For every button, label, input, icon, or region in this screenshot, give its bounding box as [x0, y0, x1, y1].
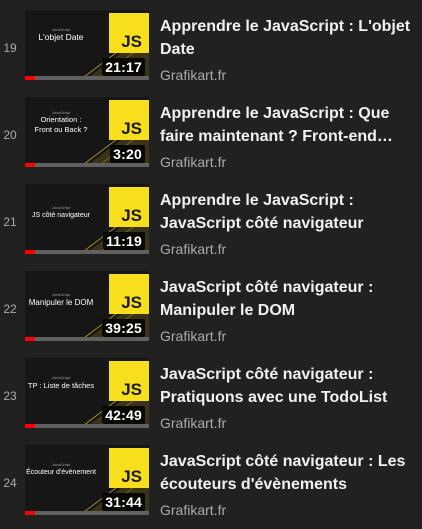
item-index: 22 — [3, 302, 17, 316]
thumbnail-caption: L'objet Date — [38, 32, 84, 42]
video-thumbnail[interactable]: JavaScript JS côté navigateur JS 11:19 — [25, 184, 149, 254]
video-title[interactable]: Apprendre le JavaScript : L'objet Date — [160, 15, 415, 61]
thumbnail-caption: Écouteur d'évènement — [26, 469, 96, 476]
thumbnail-caption: Manipuler le DOM — [28, 298, 94, 307]
video-thumbnail[interactable]: JavaScript Manipuler le DOM JS 39:25 — [25, 271, 149, 341]
playlist-item[interactable]: 19 JavaScript L'objet Date JS 21:17 Appr… — [0, 7, 422, 85]
video-thumbnail[interactable]: JavaScript Orientation : Front ou Back ?… — [25, 97, 149, 167]
channel-name[interactable]: Grafikart.fr — [160, 154, 226, 171]
item-index: 23 — [3, 389, 17, 403]
item-index: 20 — [3, 128, 17, 142]
thumbnail-caption: Orientation : Front ou Back ? — [34, 115, 88, 134]
duration-badge: 42:49 — [102, 406, 145, 424]
channel-name[interactable]: Grafikart.fr — [160, 67, 226, 84]
playlist-item[interactable]: 24 JavaScript Écouteur d'évènement JS 31… — [0, 442, 422, 520]
item-index: 19 — [3, 41, 17, 55]
watch-progress-fill — [25, 511, 35, 515]
channel-name[interactable]: Grafikart.fr — [160, 415, 226, 432]
watch-progress-fill — [25, 76, 35, 80]
watch-progress-fill — [25, 337, 35, 341]
watch-progress-bar — [25, 424, 149, 428]
channel-name[interactable]: Grafikart.fr — [160, 328, 226, 345]
video-title[interactable]: Apprendre le JavaScript : JavaScript côt… — [160, 189, 415, 235]
video-thumbnail[interactable]: JavaScript Écouteur d'évènement JS 31:44 — [25, 445, 149, 515]
js-logo-text: JS — [121, 467, 142, 486]
watch-progress-bar — [25, 76, 149, 80]
js-logo-text: JS — [121, 293, 142, 312]
watch-progress-bar — [25, 163, 149, 167]
watch-progress-bar — [25, 250, 149, 254]
duration-badge: 39:25 — [102, 319, 145, 337]
js-logo-icon: JS — [109, 274, 149, 314]
playlist-item[interactable]: 22 JavaScript Manipuler le DOM JS 39:25 … — [0, 268, 422, 346]
js-logo-text: JS — [121, 206, 142, 225]
video-title[interactable]: JavaScript côté navigateur : Manipuler l… — [160, 276, 415, 322]
watch-progress-fill — [25, 250, 35, 254]
js-logo-icon: JS — [109, 13, 149, 53]
video-title[interactable]: Apprendre le JavaScript : Que faire main… — [160, 102, 415, 148]
channel-name[interactable]: Grafikart.fr — [160, 241, 226, 258]
item-index: 21 — [3, 215, 17, 229]
thumbnail-caption: TP : Liste de tâches — [27, 381, 95, 390]
video-thumbnail[interactable]: JavaScript TP : Liste de tâches JS 42:49 — [25, 358, 149, 428]
js-logo-icon: JS — [109, 187, 149, 227]
duration-badge: 3:20 — [110, 145, 145, 163]
watch-progress-bar — [25, 511, 149, 515]
thumbnail-caption: JS côté navigateur — [32, 212, 90, 219]
channel-name[interactable]: Grafikart.fr — [160, 502, 226, 519]
js-logo-text: JS — [121, 119, 142, 138]
video-thumbnail[interactable]: JavaScript L'objet Date JS 21:17 — [25, 10, 149, 80]
playlist-panel: 19 JavaScript L'objet Date JS 21:17 Appr… — [0, 0, 422, 529]
playlist-item[interactable]: 23 JavaScript TP : Liste de tâches JS 42… — [0, 355, 422, 433]
watch-progress-fill — [25, 424, 35, 428]
watch-progress-bar — [25, 337, 149, 341]
playlist-item[interactable]: 20 JavaScript Orientation : Front ou Bac… — [0, 94, 422, 172]
duration-badge: 31:44 — [102, 493, 145, 511]
duration-badge: 11:19 — [102, 232, 145, 250]
js-logo-icon: JS — [109, 100, 149, 140]
watch-progress-fill — [25, 163, 35, 167]
js-logo-icon: JS — [109, 361, 149, 401]
video-title[interactable]: JavaScript côté navigateur : Pratiquons … — [160, 363, 415, 409]
js-logo-icon: JS — [109, 448, 149, 488]
playlist-item[interactable]: 21 JavaScript JS côté navigateur JS 11:1… — [0, 181, 422, 259]
video-title[interactable]: JavaScript côté navigateur : Les écouteu… — [160, 450, 415, 496]
js-logo-text: JS — [121, 32, 142, 51]
item-index: 24 — [3, 476, 17, 490]
duration-badge: 21:17 — [102, 58, 145, 76]
js-logo-text: JS — [121, 380, 142, 399]
